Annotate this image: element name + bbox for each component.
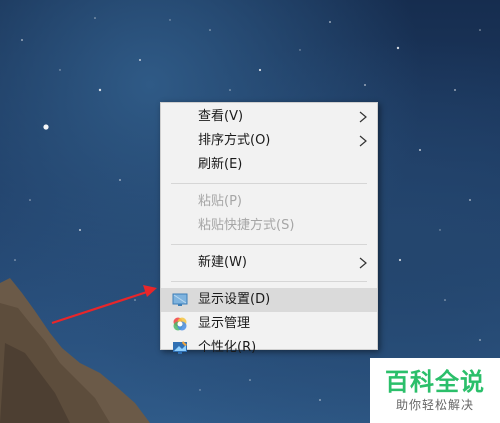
display-settings-icon <box>172 293 188 306</box>
menu-item-personalize[interactable]: 个性化(R) <box>161 336 377 360</box>
menu-item-paste: 粘贴(P) <box>161 190 377 214</box>
menu-separator <box>171 281 367 282</box>
menu-item-display-settings-label: 显示设置(D) <box>198 292 271 307</box>
chevron-right-icon <box>359 257 367 269</box>
watermark-title: 百科全说 <box>385 368 485 396</box>
menu-item-sort-by[interactable]: 排序方式(O) <box>161 129 377 153</box>
chevron-right-icon <box>359 135 367 147</box>
menu-item-sort-by-label: 排序方式(O) <box>198 133 271 148</box>
menu-item-refresh-label: 刷新(E) <box>198 157 243 172</box>
menu-item-display-manager[interactable]: 显示管理 <box>161 312 377 336</box>
desktop-context-menu: 查看(V) 排序方式(O) 刷新(E) 粘贴(P) 粘贴快捷方式(S) 新建(W… <box>160 102 378 355</box>
menu-item-new-label: 新建(W) <box>198 255 247 270</box>
menu-item-paste-shortcut: 粘贴快捷方式(S) <box>161 214 377 238</box>
menu-item-display-manager-label: 显示管理 <box>198 316 251 331</box>
menu-separator <box>171 183 367 184</box>
personalize-icon <box>173 341 187 354</box>
baike-watermark: 百科全说 助你轻松解决 <box>370 358 500 423</box>
menu-item-paste-label: 粘贴(P) <box>198 194 242 209</box>
menu-item-new[interactable]: 新建(W) <box>161 251 377 275</box>
watermark-subtitle: 助你轻松解决 <box>395 398 474 412</box>
menu-item-personalize-label: 个性化(R) <box>198 340 257 355</box>
menu-separator <box>171 244 367 245</box>
display-manager-icon <box>173 317 187 331</box>
menu-item-view-label: 查看(V) <box>198 109 244 124</box>
menu-item-display-settings[interactable]: 显示设置(D) <box>161 288 377 312</box>
menu-item-refresh[interactable]: 刷新(E) <box>161 153 377 177</box>
chevron-right-icon <box>359 111 367 123</box>
menu-item-paste-shortcut-label: 粘贴快捷方式(S) <box>198 218 295 233</box>
menu-item-view[interactable]: 查看(V) <box>161 105 377 129</box>
